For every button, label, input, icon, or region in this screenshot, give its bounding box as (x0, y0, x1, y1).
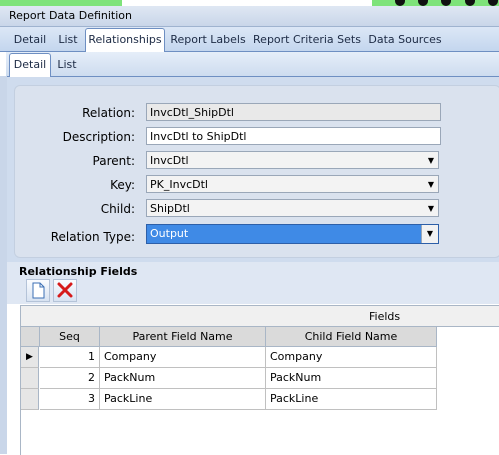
tab-relationships[interactable]: Relationships (85, 28, 165, 52)
column-header-seq[interactable]: Seq (40, 327, 100, 347)
description-value: InvcDtl to ShipDtl (150, 130, 247, 143)
column-header-parent-field[interactable]: Parent Field Name (100, 327, 266, 347)
tab-report-labels[interactable]: Report Labels (168, 30, 248, 50)
window-title: Report Data Definition (9, 9, 132, 22)
sub-tab-strip: Detail List (6, 52, 499, 77)
parent-label: Parent: (92, 154, 135, 168)
fields-group-label: Fields (369, 310, 401, 323)
child-value: ShipDtl (150, 202, 190, 215)
chevron-down-icon[interactable]: ▼ (428, 176, 434, 194)
delete-row-button[interactable] (53, 279, 77, 302)
relationship-fields-title: Relationship Fields (19, 265, 138, 278)
row-header-corner (21, 327, 40, 347)
relation-label: Relation: (82, 106, 135, 120)
table-cell-parent[interactable]: PackLine (100, 389, 266, 410)
table-cell-child[interactable]: PackNum (266, 368, 437, 389)
chevron-down-icon[interactable]: ▼ (421, 225, 438, 243)
relation-type-value: Output (150, 227, 189, 240)
relation-field[interactable]: InvcDtl_ShipDtl (146, 103, 441, 121)
new-row-button[interactable] (26, 279, 50, 302)
subtab-detail[interactable]: Detail (9, 53, 51, 77)
column-header-child-field[interactable]: Child Field Name (266, 327, 437, 347)
table-cell-seq[interactable]: 2 (40, 368, 100, 389)
tab-detail[interactable]: Detail (10, 30, 50, 50)
chevron-down-icon[interactable]: ▼ (428, 200, 434, 218)
table-cell-parent[interactable]: Company (100, 347, 266, 368)
subtab-list[interactable]: List (53, 55, 81, 75)
child-combo[interactable]: ShipDtl ▼ (146, 199, 439, 217)
table-cell-parent[interactable]: PackNum (100, 368, 266, 389)
tab-list[interactable]: List (53, 30, 83, 50)
delete-x-icon (57, 282, 73, 298)
relation-type-combo[interactable]: Output ▼ (146, 224, 439, 244)
parent-combo[interactable]: InvcDtl ▼ (146, 151, 439, 169)
key-label: Key: (110, 178, 135, 192)
key-combo[interactable]: PK_InvcDtl ▼ (146, 175, 439, 193)
key-value: PK_InvcDtl (150, 178, 208, 191)
title-bar: Report Data Definition (0, 6, 499, 27)
grid-group-header: Fields (21, 306, 499, 327)
description-label: Description: (62, 130, 135, 144)
tab-report-criteria-sets[interactable]: Report Criteria Sets (253, 30, 361, 50)
table-cell-seq[interactable]: 1 (40, 347, 100, 368)
row-pointer-icon[interactable]: ▶ (21, 347, 39, 368)
table-cell-child[interactable]: PackLine (266, 389, 437, 410)
new-document-icon (32, 282, 45, 299)
main-tab-strip: Detail List Relationships Report Labels … (0, 27, 499, 52)
child-label: Child: (100, 202, 135, 216)
row-header[interactable] (21, 389, 39, 410)
row-header[interactable] (21, 368, 39, 389)
relationship-fields-grid: Fields Seq Parent Field Name Child Field… (20, 305, 499, 455)
description-field[interactable]: InvcDtl to ShipDtl (146, 127, 441, 145)
relation-type-label: Relation Type: (50, 230, 135, 244)
table-cell-seq[interactable]: 3 (40, 389, 100, 410)
tab-data-sources[interactable]: Data Sources (366, 30, 444, 50)
table-cell-child[interactable]: Company (266, 347, 437, 368)
relation-value: InvcDtl_ShipDtl (150, 106, 234, 119)
relationship-fields-bar: Relationship Fields (7, 262, 499, 304)
chevron-down-icon[interactable]: ▼ (428, 152, 434, 170)
parent-value: InvcDtl (150, 154, 189, 167)
